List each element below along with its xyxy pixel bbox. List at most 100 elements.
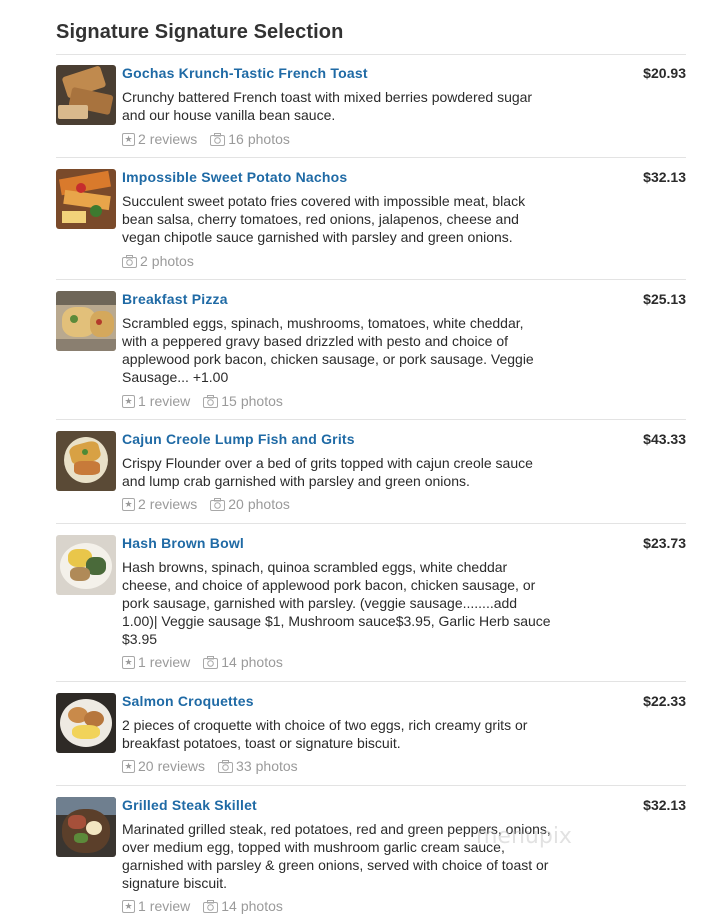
item-photo-thumbnail[interactable] (56, 431, 116, 491)
photos-count: 16 (228, 131, 244, 147)
item-divider (56, 785, 686, 786)
star-review-icon: ★ (122, 394, 135, 408)
item-description: Scrambled eggs, spinach, mushrooms, toma… (122, 315, 534, 385)
star-review-icon: ★ (122, 899, 135, 913)
reviews-count: 1 (138, 898, 146, 914)
item-description: Marinated grilled steak, red potatoes, r… (122, 821, 551, 891)
reviews-label: reviews (149, 496, 198, 512)
photos-count: 14 (221, 654, 237, 670)
item-description: 2 pieces of croquette with choice of two… (122, 717, 528, 751)
reviews-count: 1 (138, 393, 146, 409)
star-review-icon: ★ (122, 497, 135, 511)
item-price: $43.33 (643, 431, 686, 447)
star-review-icon: ★ (122, 132, 135, 146)
photos-count: 2 (140, 253, 148, 269)
item-description: Succulent sweet potato fries covered wit… (122, 193, 526, 245)
item-meta: ★ 2 reviews 20 photos (122, 496, 290, 512)
reviews-link[interactable]: ★ 1 review (122, 393, 190, 409)
item-meta: ★ 1 review 14 photos (122, 898, 283, 914)
reviews-label: reviews (149, 131, 198, 147)
camera-icon (203, 899, 219, 913)
star-review-icon: ★ (122, 655, 135, 669)
section-divider (56, 54, 686, 55)
item-divider (56, 419, 686, 420)
item-price: $32.13 (643, 797, 686, 813)
photos-label: photos (151, 253, 194, 269)
reviews-link[interactable]: ★ 2 reviews (122, 496, 197, 512)
reviews-link[interactable]: ★ 1 review (122, 654, 190, 670)
camera-icon (203, 655, 219, 669)
menu-item: Breakfast Pizza $25.13 Scrambled eggs, s… (56, 291, 686, 419)
item-name-link[interactable]: Impossible Sweet Potato Nachos (122, 169, 347, 185)
menu-item: Grilled Steak Skillet $32.13 Marinated g… (56, 797, 686, 917)
photos-label: photos (247, 131, 290, 147)
photos-label: photos (247, 496, 290, 512)
camera-icon (218, 759, 234, 773)
photos-count: 14 (221, 898, 237, 914)
item-price: $32.13 (643, 169, 686, 185)
item-photo-thumbnail[interactable] (56, 65, 116, 125)
photos-label: photos (240, 654, 283, 670)
camera-icon (203, 394, 219, 408)
photos-link[interactable]: 33 photos (218, 758, 298, 774)
item-meta: ★ 1 review 15 photos (122, 393, 283, 409)
item-photo-thumbnail[interactable] (56, 535, 116, 595)
menu-item: Gochas Krunch-Tastic French Toast $20.93… (56, 65, 686, 157)
photos-link[interactable]: 16 photos (210, 131, 290, 147)
photos-count: 33 (236, 758, 252, 774)
item-photo-thumbnail[interactable] (56, 693, 116, 753)
photos-label: photos (240, 393, 283, 409)
camera-icon (210, 132, 226, 146)
item-divider (56, 157, 686, 158)
photos-link[interactable]: 20 photos (210, 496, 290, 512)
camera-icon (210, 497, 226, 511)
item-name-link[interactable]: Breakfast Pizza (122, 291, 228, 307)
item-divider (56, 523, 686, 524)
reviews-link[interactable]: ★ 20 reviews (122, 758, 205, 774)
item-photo-thumbnail[interactable] (56, 797, 116, 857)
menu-item: Impossible Sweet Potato Nachos $32.13 Su… (56, 169, 686, 279)
item-name-link[interactable]: Hash Brown Bowl (122, 535, 244, 551)
reviews-label: review (149, 654, 191, 670)
photos-link[interactable]: 14 photos (203, 898, 283, 914)
item-divider (56, 681, 686, 682)
item-divider (56, 279, 686, 280)
item-photo-thumbnail[interactable] (56, 291, 116, 351)
item-price: $22.33 (643, 693, 686, 709)
item-name-link[interactable]: Grilled Steak Skillet (122, 797, 257, 813)
reviews-count: 2 (138, 131, 146, 147)
item-photo-thumbnail[interactable] (56, 169, 116, 229)
section-title: Signature Signature Selection (56, 21, 344, 43)
item-name-link[interactable]: Cajun Creole Lump Fish and Grits (122, 431, 355, 447)
camera-icon (122, 254, 137, 268)
photos-label: photos (255, 758, 298, 774)
item-name-link[interactable]: Salmon Croquettes (122, 693, 254, 709)
star-review-icon: ★ (122, 759, 135, 773)
item-name-link[interactable]: Gochas Krunch-Tastic French Toast (122, 65, 368, 81)
item-meta: ★ 20 reviews 33 photos (122, 758, 298, 774)
reviews-link[interactable]: ★ 1 review (122, 898, 190, 914)
item-meta: ★ 2 reviews 16 photos (122, 131, 290, 147)
photos-link[interactable]: 15 photos (203, 393, 283, 409)
reviews-count: 2 (138, 496, 146, 512)
photos-label: photos (240, 898, 283, 914)
reviews-link[interactable]: ★ 2 reviews (122, 131, 197, 147)
item-description: Hash browns, spinach, quinoa scrambled e… (122, 559, 551, 647)
menu-item: Hash Brown Bowl $23.73 Hash browns, spin… (56, 535, 686, 681)
reviews-label: review (149, 898, 191, 914)
item-price: $23.73 (643, 535, 686, 551)
photos-link[interactable]: 14 photos (203, 654, 283, 670)
item-meta: 2 photos (122, 253, 194, 269)
menu-item: Salmon Croquettes $22.33 2 pieces of cro… (56, 693, 686, 785)
item-description: Crispy Flounder over a bed of grits topp… (122, 455, 533, 489)
reviews-label: reviews (157, 758, 206, 774)
photos-link[interactable]: 2 photos (122, 253, 194, 269)
reviews-label: review (149, 393, 191, 409)
item-price: $25.13 (643, 291, 686, 307)
reviews-count: 20 (138, 758, 154, 774)
item-meta: ★ 1 review 14 photos (122, 654, 283, 670)
menu-item: Cajun Creole Lump Fish and Grits $43.33 … (56, 431, 686, 523)
photos-count: 20 (228, 496, 244, 512)
reviews-count: 1 (138, 654, 146, 670)
item-description: Crunchy battered French toast with mixed… (122, 89, 533, 123)
